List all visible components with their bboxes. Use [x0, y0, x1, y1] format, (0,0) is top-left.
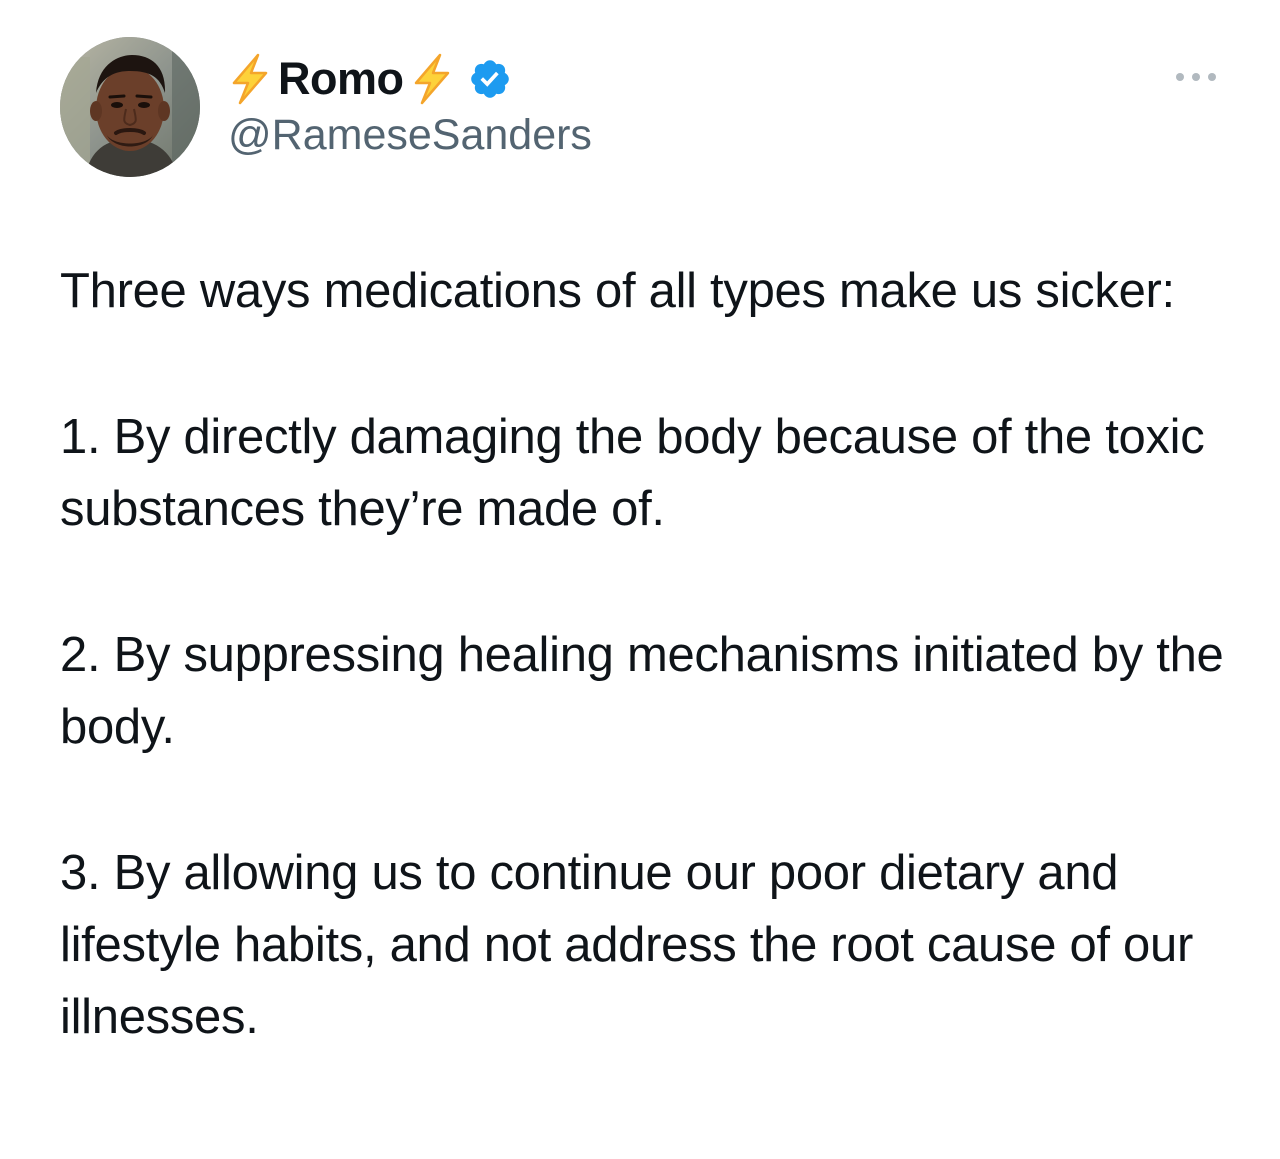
author-names: Romo @RameseSanders — [228, 51, 592, 161]
display-name-row[interactable]: Romo — [228, 51, 592, 107]
avatar[interactable] — [60, 37, 200, 177]
more-options-icon[interactable] — [1172, 67, 1220, 87]
tweet-card: Romo @RameseSanders Three ways medicatio… — [0, 0, 1280, 1159]
verified-badge-icon — [470, 60, 509, 98]
lightning-bolt-icon — [414, 53, 449, 105]
tweet-paragraph-intro: Three ways medications of all types make… — [60, 264, 1175, 318]
avatar-photo — [60, 37, 200, 177]
tweet-header: Romo @RameseSanders — [60, 37, 1220, 177]
tweet-paragraph-point-2: 2. By suppressing healing mechanisms ini… — [60, 628, 1224, 754]
tweet-paragraph-point-1: 1. By directly damaging the body because… — [60, 410, 1205, 536]
display-name[interactable]: Romo — [278, 51, 404, 107]
tweet-text: Three ways medications of all types make… — [60, 255, 1230, 1053]
lightning-bolt-icon — [232, 53, 268, 105]
author-handle[interactable]: @RameseSanders — [228, 109, 592, 161]
tweet-paragraph-point-3: 3. By allowing us to continue our poor d… — [60, 846, 1193, 1044]
